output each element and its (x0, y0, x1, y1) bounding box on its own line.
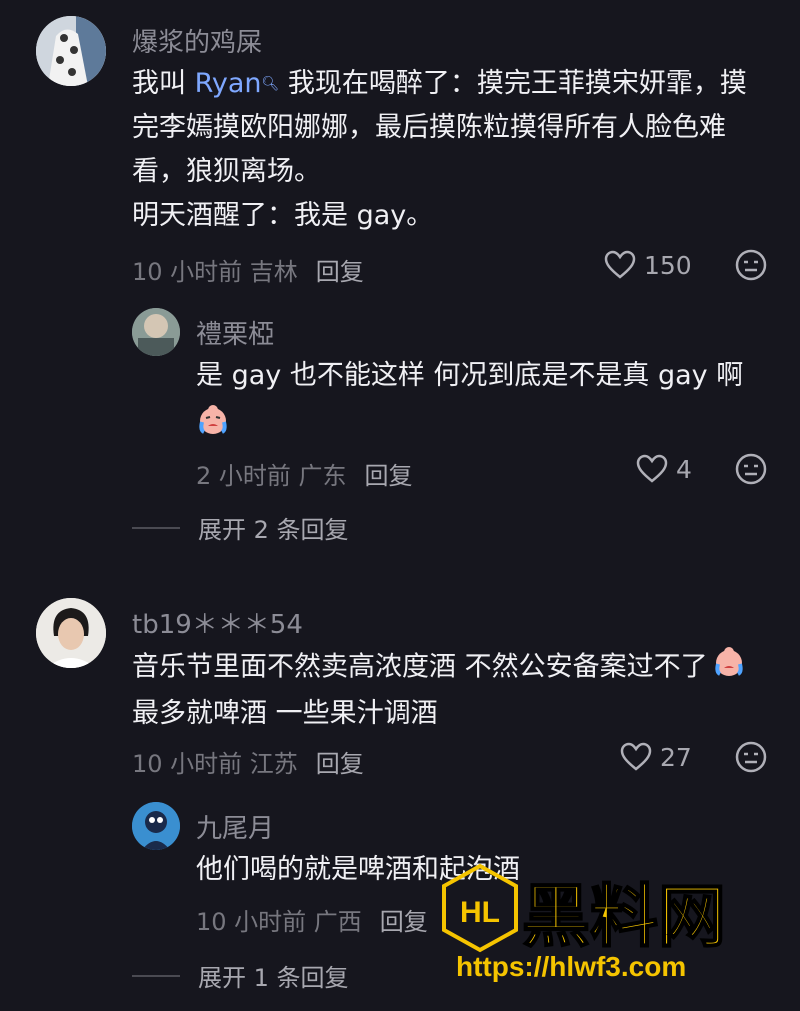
comment-text: 是 gay 也不能这样 何况到底是不是真 gay 啊 (196, 360, 744, 391)
avatar[interactable] (36, 16, 106, 86)
meh-face-icon (735, 741, 767, 773)
like-button[interactable]: 4 (636, 454, 692, 484)
heart-icon (636, 454, 668, 483)
timestamp-location: 10 小时前 江苏 (132, 750, 298, 778)
divider (132, 974, 180, 977)
heart-icon (620, 742, 652, 771)
watermark: HL 黑料网 https://hlwf3.com (440, 862, 780, 992)
crying-emoji-icon (196, 402, 230, 440)
comment-meta: 10 小时前 吉林 回复 (132, 252, 364, 287)
meh-face-icon (735, 249, 767, 281)
like-count: 27 (660, 742, 692, 772)
mention-link[interactable]: Ryan (195, 68, 262, 99)
dislike-button[interactable] (734, 452, 768, 490)
expand-label: 展开 2 条回复 (198, 516, 349, 544)
comment-meta: 10 小时前 江苏 回复 (132, 744, 364, 779)
comment-meta: 10 小时前 广西 回复 (196, 902, 428, 937)
like-button[interactable]: 150 (604, 250, 692, 280)
timestamp-location: 10 小时前 广西 (196, 908, 362, 936)
like-count: 4 (676, 454, 692, 484)
watermark-logo-text: HL (460, 896, 500, 929)
expand-replies-button[interactable]: 展开 2 条回复 (132, 510, 349, 545)
comment-text: 音乐节里面不然卖高浓度酒 不然公安备案过不了 最多就啤酒 一些果汁调酒 (132, 644, 772, 736)
watermark-url: https://hlwf3.com (456, 951, 686, 982)
comment-meta: 2 小时前 广东 回复 (196, 456, 413, 491)
expand-replies-button[interactable]: 展开 1 条回复 (132, 958, 349, 993)
avatar[interactable] (132, 308, 180, 356)
divider (132, 526, 180, 529)
timestamp-location: 10 小时前 吉林 (132, 258, 298, 286)
timestamp-location: 2 小时前 广东 (196, 462, 347, 490)
avatar[interactable] (132, 802, 180, 850)
watermark-title: 黑料网 (522, 878, 726, 957)
comment-text: 我叫 Ryan🔍︎ 我现在喝醉了：摸完王菲摸宋妍霏，摸 完李嫣摸欧阳娜娜，最后摸… (132, 68, 747, 231)
meh-face-icon (735, 453, 767, 485)
heart-icon (604, 250, 636, 279)
username[interactable]: tb19＊＊＊54 (132, 604, 303, 641)
expand-label: 展开 1 条回复 (198, 964, 349, 992)
dislike-button[interactable] (734, 248, 768, 286)
username[interactable]: 禮栗椏 (196, 314, 274, 351)
username[interactable]: 九尾月 (196, 808, 274, 845)
reply-button[interactable]: 回复 (380, 908, 428, 936)
dislike-button[interactable] (734, 740, 768, 778)
crying-emoji-icon (712, 644, 746, 692)
like-count: 150 (644, 250, 692, 280)
username[interactable]: 爆浆的鸡屎 (132, 22, 262, 59)
reply-button[interactable]: 回复 (365, 462, 413, 490)
like-button[interactable]: 27 (620, 742, 692, 772)
avatar[interactable] (36, 598, 106, 668)
reply-button[interactable]: 回复 (316, 750, 364, 778)
reply-button[interactable]: 回复 (316, 258, 364, 286)
search-icon: 🔍︎ (261, 76, 280, 92)
